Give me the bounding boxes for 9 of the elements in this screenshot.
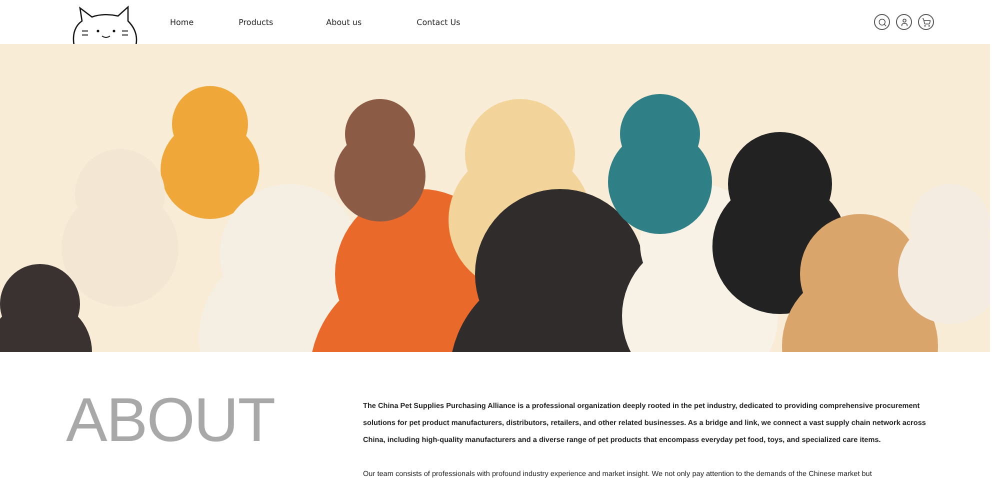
user-icon[interactable]: [896, 14, 912, 30]
search-icon[interactable]: [874, 14, 890, 30]
cart-icon[interactable]: [918, 14, 934, 30]
nav-link[interactable]: Home: [170, 18, 194, 26]
nav-link[interactable]: About us: [326, 18, 362, 26]
nav-link[interactable]: Products: [238, 18, 274, 26]
cat-logo-icon: [70, 5, 138, 45]
nav-link[interactable]: Contact Us: [416, 18, 460, 26]
section-heading: ABOUT: [66, 390, 276, 457]
